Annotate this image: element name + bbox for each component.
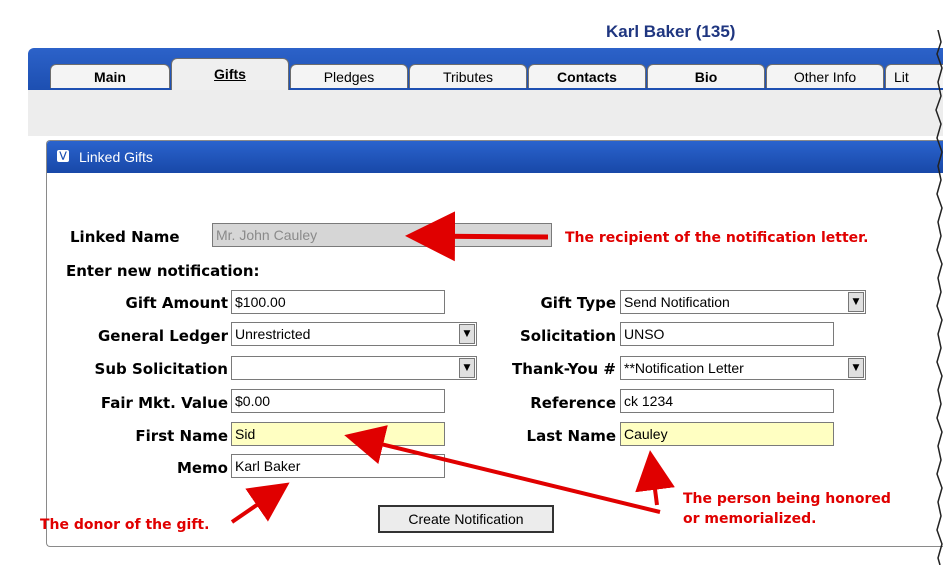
arrow-donor: [230, 482, 290, 524]
torn-edge: [935, 30, 943, 565]
annotation-honored-line1: The person being honored: [683, 491, 891, 507]
annotation-recipient: The recipient of the notification letter…: [565, 230, 869, 246]
arrow-recipient: [405, 211, 549, 262]
arrow-honored-first-name: [344, 425, 661, 514]
annotation-arrows: [230, 211, 675, 524]
arrow-honored-last-name: [635, 450, 675, 506]
page: Karl Baker (135) Main Gifts Pledges Trib…: [0, 0, 943, 565]
annotation-honored-line2: or memorialized.: [683, 511, 817, 527]
annotation-donor: The donor of the gift.: [40, 517, 210, 533]
